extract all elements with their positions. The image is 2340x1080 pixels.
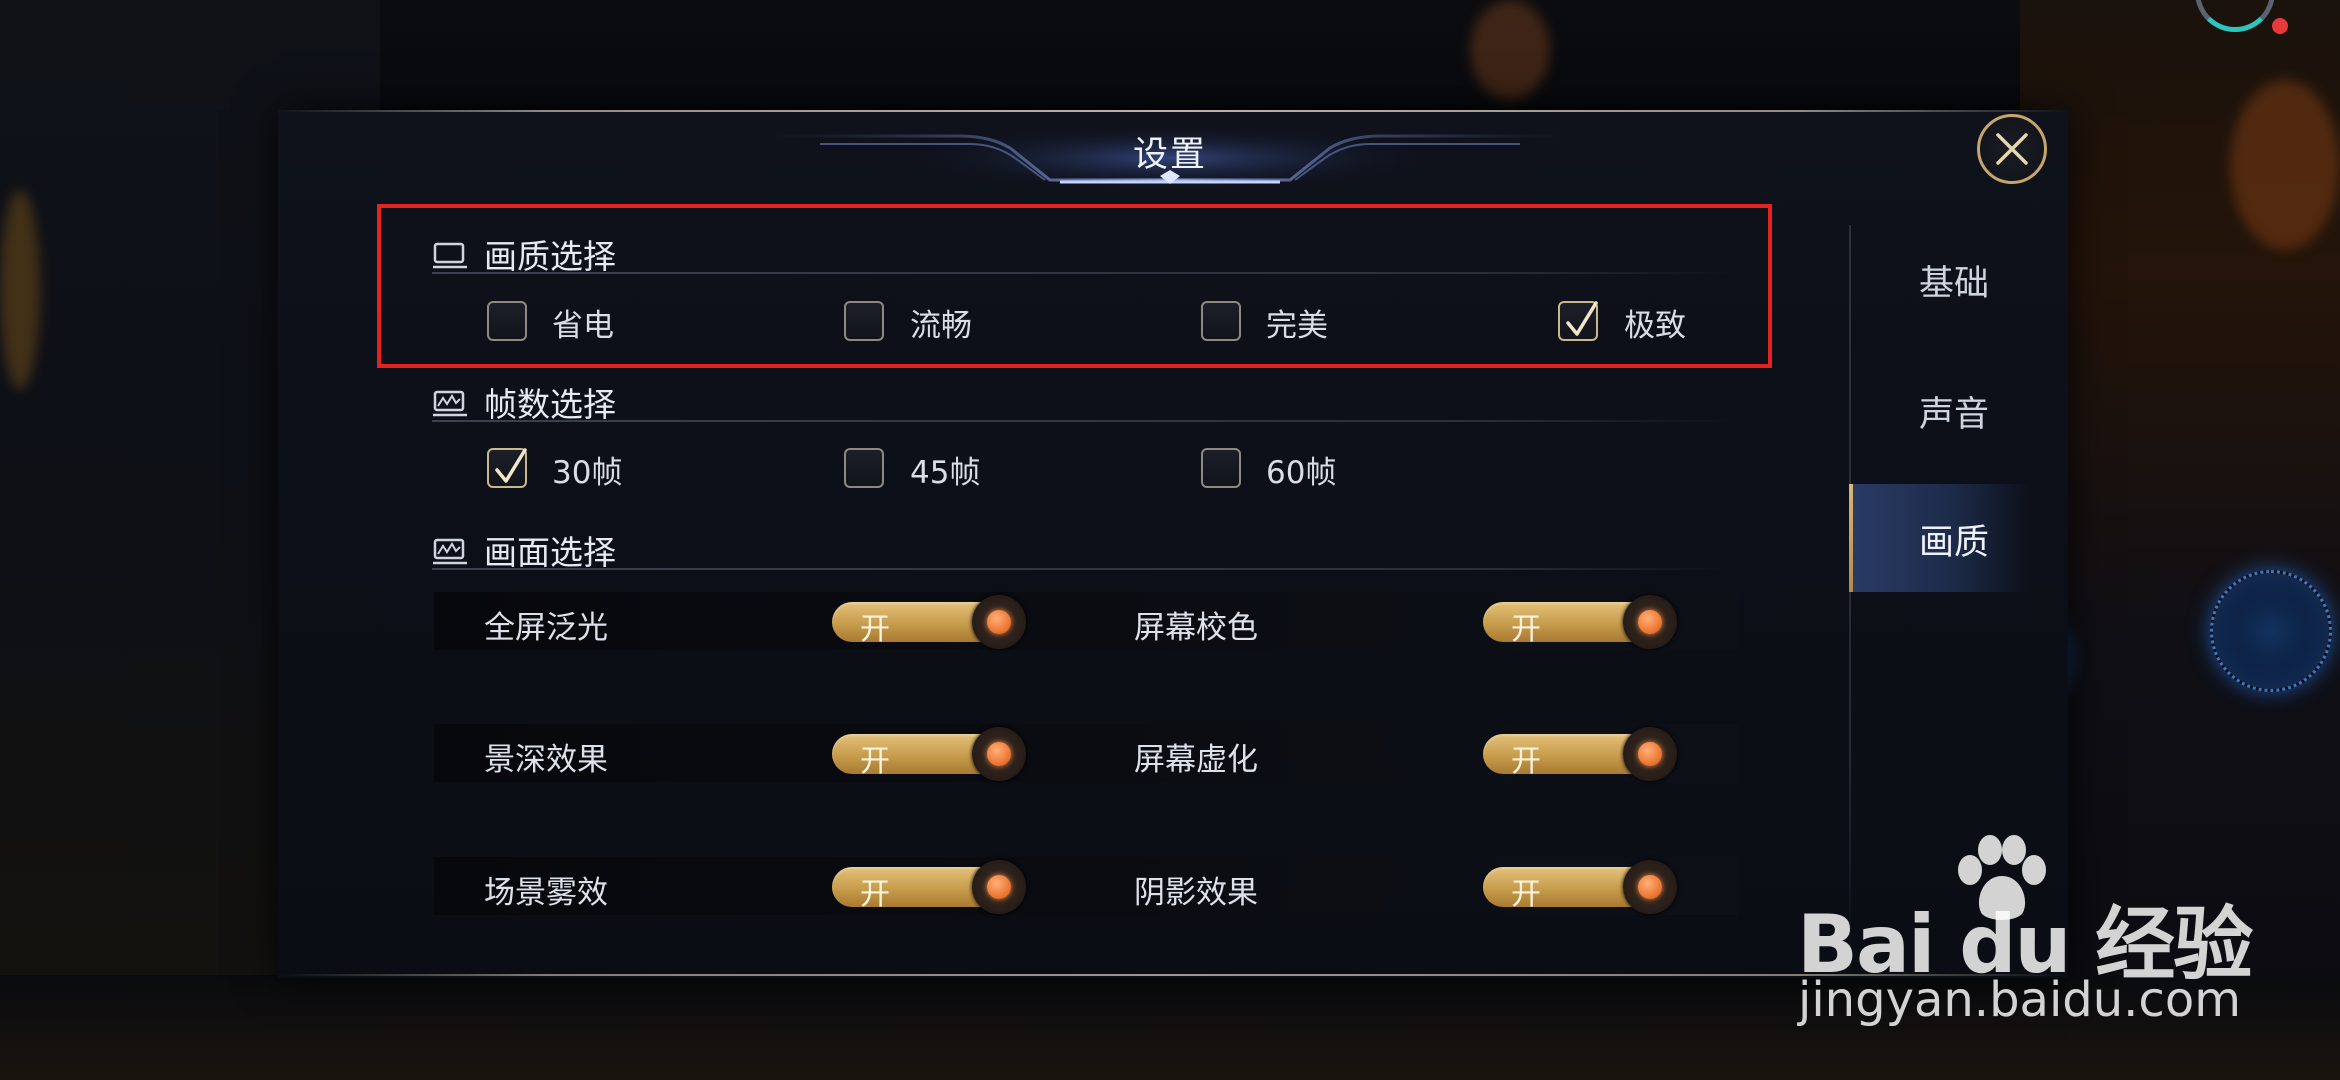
framerate-option-30-checkbox[interactable] — [487, 448, 527, 488]
chart-icon — [433, 390, 467, 417]
framerate-section-rule — [432, 420, 1738, 422]
bloom-label: 全屏泛光 — [484, 610, 608, 646]
scene-fog-label: 场景雾效 — [484, 875, 608, 911]
tab-graphics[interactable]: 画质 — [1849, 484, 2033, 592]
toggle-state-label: 开 — [1511, 612, 1541, 647]
toggle-state-label: 开 — [860, 744, 890, 779]
framerate-option-label: 60帧 — [1266, 455, 1337, 491]
tab-label: 声音 — [1919, 395, 1990, 435]
framerate-option-45-checkbox[interactable] — [844, 448, 884, 488]
toggle-state-label: 开 — [860, 877, 890, 912]
tab-label: 画质 — [1919, 523, 1990, 563]
color-correction-toggle[interactable]: 开 — [1483, 595, 1677, 649]
background-blob — [1470, 0, 1550, 100]
scene-fog-toggle[interactable]: 开 — [832, 860, 1026, 914]
display-section-rule — [432, 568, 1738, 570]
color-correction-label: 屏幕校色 — [1134, 610, 1258, 646]
watermark-url: jingyan.baidu.com — [1798, 972, 2241, 1028]
highlight-box — [377, 204, 1772, 368]
framerate-option-label: 30帧 — [552, 455, 623, 491]
tab-sound[interactable]: 声音 — [1853, 356, 2033, 464]
depth-of-field-label: 景深效果 — [484, 742, 608, 778]
background-blob — [0, 190, 40, 390]
screen-blur-label: 屏幕虚化 — [1134, 742, 1258, 778]
background-orb — [2210, 570, 2332, 692]
framerate-option-label: 45帧 — [910, 455, 981, 491]
screen-blur-toggle[interactable]: 开 — [1483, 727, 1677, 781]
side-tab-divider — [1849, 225, 1851, 975]
checkmark-icon — [495, 448, 527, 483]
framerate-option-60-checkbox[interactable] — [1201, 448, 1241, 488]
toggle-state-label: 开 — [1511, 877, 1541, 912]
panel-top-border — [278, 110, 2068, 112]
chart-icon — [433, 538, 467, 565]
close-icon — [1996, 133, 2028, 165]
display-section-title: 画面选择 — [484, 533, 616, 572]
framerate-section-title: 帧数选择 — [484, 385, 616, 424]
dialog-title: 设置 — [1132, 135, 1207, 175]
toggle-state-label: 开 — [860, 612, 890, 647]
toggle-state-label: 开 — [1511, 744, 1541, 779]
depth-of-field-toggle[interactable]: 开 — [832, 727, 1026, 781]
close-button[interactable] — [1977, 114, 2047, 184]
notification-dot-icon — [2272, 18, 2288, 34]
tab-label: 基础 — [1919, 264, 1990, 304]
tab-basic[interactable]: 基础 — [1853, 225, 2033, 333]
background-blob — [2230, 80, 2340, 250]
shadow-toggle[interactable]: 开 — [1483, 860, 1677, 914]
bloom-toggle[interactable]: 开 — [832, 595, 1026, 649]
shadow-label: 阴影效果 — [1134, 875, 1258, 911]
